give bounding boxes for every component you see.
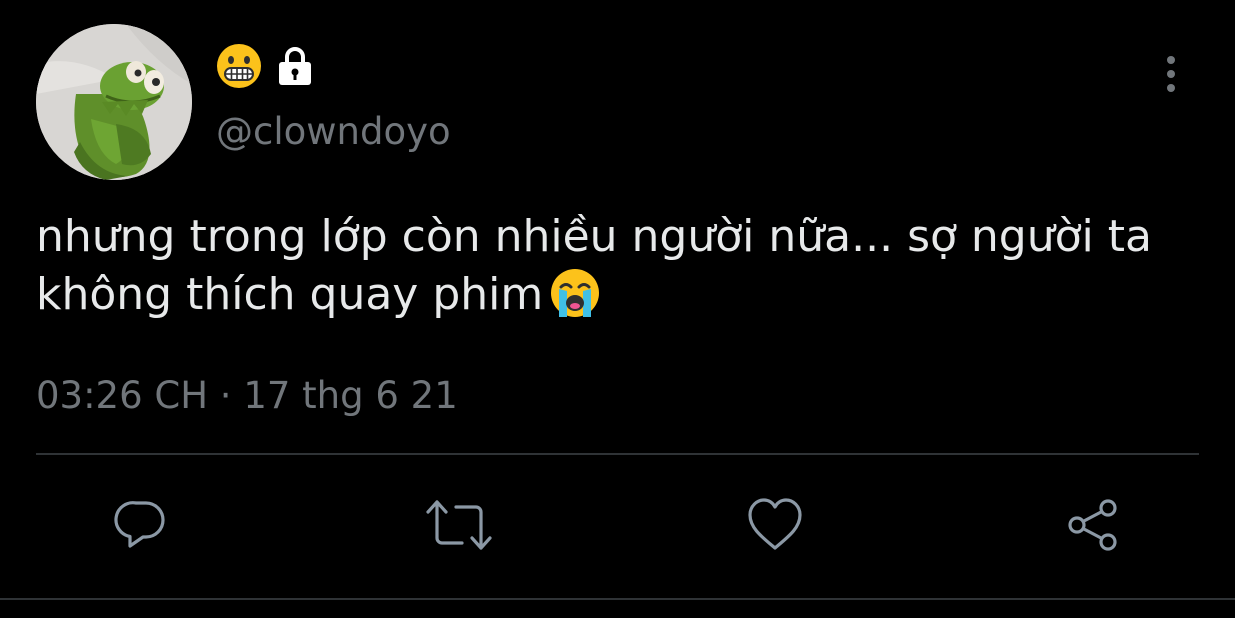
divider xyxy=(36,453,1199,455)
kermit-avatar-image xyxy=(36,24,192,180)
lock-icon xyxy=(279,47,311,85)
share-icon xyxy=(1068,499,1117,551)
avatar[interactable] xyxy=(36,24,192,180)
tweet: @clowndoyo nhưng trong lớp còn nhiều ngư… xyxy=(0,0,1235,618)
action-bar xyxy=(0,490,1235,560)
retweet-button[interactable] xyxy=(424,490,494,560)
tweet-timestamp[interactable]: 03:26 CH · 17 thg 6 21 xyxy=(36,374,458,417)
retweet-icon xyxy=(426,500,492,550)
reply-button[interactable] xyxy=(106,490,176,560)
user-handle[interactable]: @clowndoyo xyxy=(216,110,451,153)
grimacing-face-emoji xyxy=(217,44,261,88)
loudly-crying-face-emoji xyxy=(551,269,600,317)
heart-icon xyxy=(748,498,802,550)
more-vertical-icon[interactable] xyxy=(1155,54,1187,96)
tweet-text: nhưng trong lớp còn nhiều người nữa... s… xyxy=(36,208,1206,324)
like-button[interactable] xyxy=(740,490,810,560)
reply-icon xyxy=(114,501,165,548)
bottom-divider xyxy=(0,598,1235,600)
display-name[interactable] xyxy=(216,40,312,92)
share-button[interactable] xyxy=(1058,490,1128,560)
